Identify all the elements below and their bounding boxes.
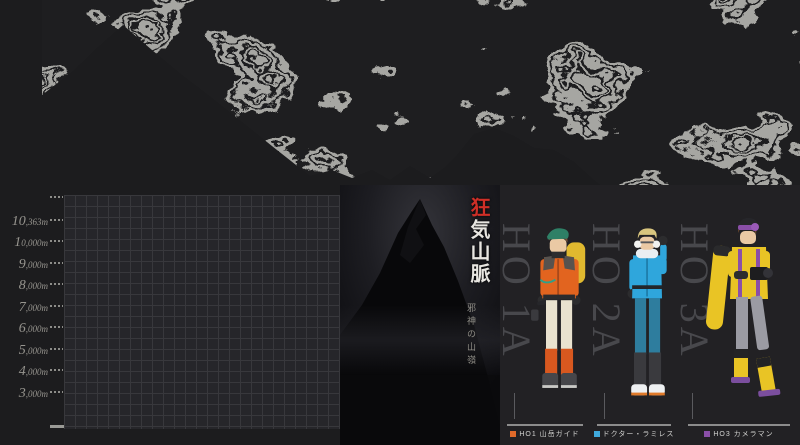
- altitude-value-small: ,000m: [25, 324, 48, 334]
- altitude-label-8000m: 8,000m: [2, 277, 48, 293]
- altitude-tick: [50, 240, 63, 242]
- altitude-tick: [50, 348, 63, 350]
- altitude-tick: [50, 219, 63, 221]
- caption-chip: [704, 431, 711, 438]
- handout-rule: [692, 393, 693, 419]
- altitude-value-big: 8: [18, 278, 26, 293]
- altitude-value-small: ,000m: [25, 346, 48, 356]
- scenario-title-first-char: 狂: [467, 197, 489, 219]
- altitude-tick: [50, 326, 63, 328]
- altitude-value-small: ,000m: [25, 367, 48, 377]
- altitude-tick: [50, 262, 63, 264]
- altitude-value-big: 3: [18, 386, 26, 401]
- altitude-label-10363m: 10,363m: [2, 213, 48, 229]
- altitude-value-small: ,000m: [25, 260, 48, 270]
- altitude-tick: [50, 305, 63, 307]
- altitude-value-big: 4: [18, 364, 26, 379]
- altitude-value-small: ,000m: [25, 389, 48, 399]
- character-card-ho1[interactable]: HO 1A HO1 山岳ガイド: [500, 185, 590, 445]
- altitude-baseline-tick: [50, 425, 64, 428]
- card-divider-line: [507, 424, 583, 426]
- altitude-value-small: ,000m: [25, 303, 48, 313]
- altitude-label-7000m: 7,000m: [2, 299, 48, 315]
- caption-text: ドクター・ラミレス: [602, 431, 675, 438]
- altitude-value-small: 0,000m: [21, 238, 48, 248]
- altitude-label-3000m: 3,000m: [2, 385, 48, 401]
- altitude-label-5000m: 5,000m: [2, 342, 48, 358]
- altitude-value-big: 9: [18, 257, 26, 272]
- altitude-label-6000m: 6,000m: [2, 320, 48, 336]
- scenario-subtitle: 邪神の山嶺: [466, 303, 476, 368]
- altitude-label-10000m: 10,000m: [2, 234, 48, 250]
- altitude-tick: [50, 369, 63, 371]
- character-card-ho3[interactable]: HO 3A HO3 カメラマン: [678, 185, 800, 445]
- character-caption-ho2: ドクター・ラミレス: [590, 429, 678, 439]
- altitude-tick: [50, 196, 63, 198]
- scenario-title-rest: 気山脈: [467, 219, 489, 285]
- caption-chip: [593, 431, 600, 438]
- title-panel: 狂気山脈 邪神の山嶺: [340, 185, 505, 445]
- handout-rule: [604, 393, 605, 419]
- character-card-ho2[interactable]: HO 2A ドクター・ラミレス: [590, 185, 678, 445]
- altitude-tick: [50, 391, 63, 393]
- altitude-label-9000m: 9,000m: [2, 256, 48, 272]
- altitude-label-4000m: 4,000m: [2, 363, 48, 379]
- card-divider-line: [687, 424, 791, 426]
- card-divider-line: [597, 424, 671, 426]
- altitude-value-big: 10: [11, 214, 26, 229]
- scenario-title: 狂気山脈: [464, 197, 493, 285]
- caption-text: HO3 カメラマン: [713, 431, 774, 438]
- caption-text: HO1 山岳ガイド: [519, 431, 580, 438]
- character-caption-ho1: HO1 山岳ガイド: [500, 429, 590, 439]
- character-illustration-cameraman: [706, 217, 781, 397]
- altitude-value-big: 6: [18, 321, 26, 336]
- character-illustration-guide: [531, 228, 586, 388]
- character-illustration-doctor: [627, 228, 668, 396]
- character-caption-ho3: HO3 カメラマン: [678, 429, 800, 439]
- altitude-tick: [50, 283, 63, 285]
- altitude-value-small: ,363m: [25, 217, 48, 227]
- altitude-value-small: ,000m: [25, 281, 48, 291]
- caption-chip: [510, 431, 517, 438]
- character-cards: HO 1A HO1 山岳ガイド HO 2A ドクター・ラミレス HO 3A HO…: [500, 185, 800, 445]
- altitude-value-big: 5: [18, 343, 26, 358]
- scene: 10,363m 10,000m 9,000m 8,000m 7,000m 6,0…: [0, 0, 800, 445]
- handout-rule: [514, 393, 515, 419]
- altitude-value-big: 7: [18, 300, 26, 315]
